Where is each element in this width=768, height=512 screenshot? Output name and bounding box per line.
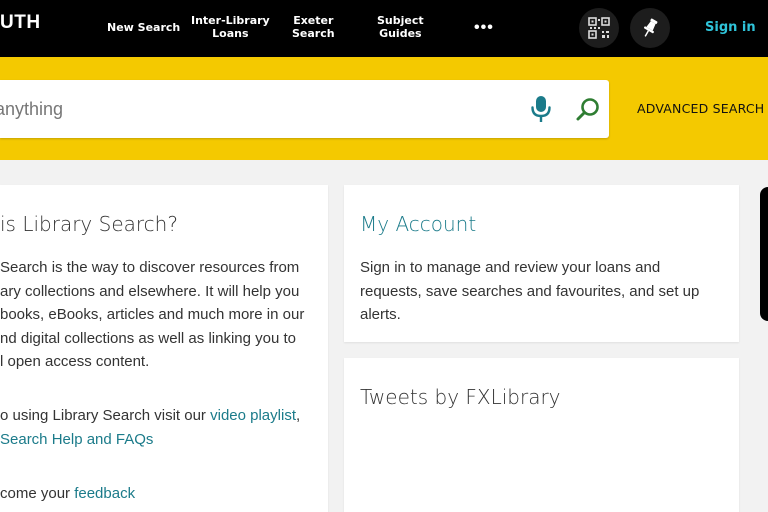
help-text: o using Library Search visit our: [0, 407, 211, 424]
about-line: nd digital collections as well as linkin…: [0, 329, 296, 347]
nav-new-search[interactable]: New Search: [107, 21, 180, 34]
search-input[interactable]: [0, 80, 500, 138]
advanced-search-link[interactable]: ADVANCED SEARCH: [637, 101, 764, 116]
help-line-1: o using Library Search visit our video p…: [0, 404, 300, 428]
nav-new-search-label: New Search: [107, 21, 181, 34]
feedback-line: come your feedback: [0, 482, 135, 506]
microphone-icon: [531, 96, 551, 122]
qr-code-icon: [588, 17, 610, 39]
feedback-text: come your: [0, 485, 75, 502]
nav-subject-label-1: Subject: [377, 14, 424, 27]
nav-subject-guides[interactable]: Subject Guides: [377, 14, 424, 40]
logo[interactable]: UTH: [0, 12, 41, 34]
search-icon: [576, 98, 599, 121]
nav-exeter-label-1: Exeter: [293, 14, 334, 27]
sign-in-link[interactable]: Sign in: [705, 20, 756, 35]
tweets-card: Tweets by FXLibrary: [344, 358, 739, 512]
side-floating-widget[interactable]: [760, 187, 768, 321]
help-paragraph: o using Library Search visit our video p…: [0, 404, 300, 451]
more-menu-button[interactable]: •••: [474, 19, 494, 37]
account-description: Sign in to manage and review your loans …: [360, 256, 699, 327]
pin-button[interactable]: [630, 8, 670, 48]
account-line: alerts.: [360, 306, 401, 323]
tweets-title[interactable]: Tweets by FXLibrary: [360, 385, 561, 409]
voice-search-button[interactable]: [526, 94, 556, 124]
about-line: ary collections and elsewhere. It will h…: [0, 282, 300, 300]
pin-icon: [643, 18, 658, 37]
help-line-2: Search Help and FAQs: [0, 428, 300, 452]
help-faqs-link[interactable]: Search Help and FAQs: [0, 431, 153, 448]
search-box: [0, 80, 609, 138]
video-playlist-link[interactable]: video playlist: [210, 407, 296, 424]
qr-code-button[interactable]: [579, 8, 619, 48]
nav-inter-library-loans[interactable]: Inter-Library Loans: [191, 14, 270, 40]
help-comma: ,: [296, 407, 301, 424]
nav-ill-label-2: Loans: [212, 27, 249, 40]
about-line: Search is the way to discover resources …: [0, 259, 300, 276]
account-line: Sign in to manage and review your loans …: [360, 259, 661, 276]
search-submit-button[interactable]: [573, 94, 603, 124]
about-line: books, eBooks, articles and much more in…: [0, 306, 305, 323]
nav-subject-label-2: Guides: [379, 27, 422, 40]
about-line: l open access content.: [0, 353, 150, 370]
account-line: requests, save searches and favourites, …: [360, 282, 700, 300]
nav-exeter-label-2: Search: [292, 27, 335, 40]
my-account-card: My Account Sign in to manage and review …: [344, 185, 739, 342]
about-paragraph: Search is the way to discover resources …: [0, 256, 304, 374]
nav-exeter-search[interactable]: Exeter Search: [292, 14, 335, 40]
feedback-link[interactable]: feedback: [74, 485, 135, 502]
top-navigation-bar: UTH New Search Inter-Library Loans Exete…: [0, 0, 768, 57]
about-title: is Library Search?: [0, 212, 178, 236]
about-library-search-card: is Library Search? Search is the way to …: [0, 185, 328, 512]
nav-ill-label-1: Inter-Library: [191, 14, 270, 27]
my-account-title[interactable]: My Account: [360, 212, 476, 236]
